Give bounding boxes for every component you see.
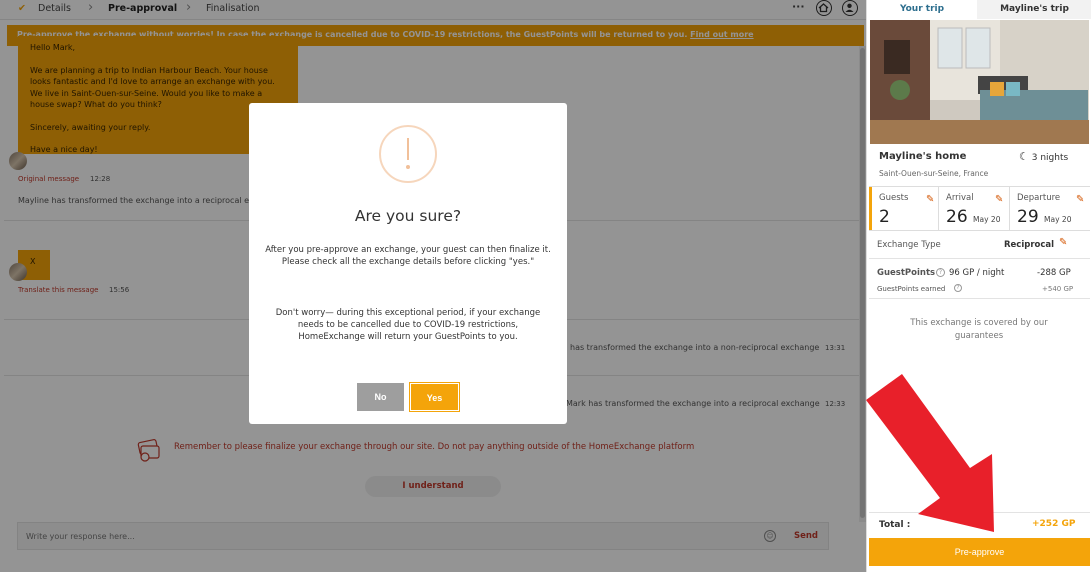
guestpoints-label: GuestPoints [877,268,936,278]
guestpoints-cost: -288 GP [1037,268,1071,278]
total-value: +252 GP [1032,519,1076,529]
departure-day: 29 [1017,207,1039,227]
arrival-date: 26 May 20 [946,207,1000,227]
info-icon[interactable]: ? [936,268,945,277]
dialog-text: Don't worry— during this exceptional per… [275,308,541,342]
guests-label: Guests [879,193,909,203]
arrow-annotation-icon [862,370,1012,545]
guests-value: 2 [879,207,890,227]
yes-button[interactable]: Yes [409,382,460,412]
exchange-type-label: Exchange Type [877,240,941,250]
nights-count: ☾ 3 nights [1019,150,1068,163]
home-photo[interactable] [870,20,1089,144]
confirm-dialog: Are you sure? After you pre-approve an e… [249,103,567,424]
arrival-cell[interactable]: Arrival ✎ 26 May 20 [939,187,1010,230]
arrival-month: May 20 [973,215,1001,224]
home-location: Saint-Ouen-sur-Seine, France [879,169,989,178]
guestpoints-earned: +540 GP [1042,285,1074,293]
pencil-icon[interactable]: ✎ [1076,194,1084,205]
no-button[interactable]: No [357,383,404,411]
booking-details: Guests ✎ 2 Arrival ✎ 26 May 20 Departure… [869,186,1090,231]
departure-label: Departure [1017,193,1061,203]
divider [869,258,1090,259]
pencil-icon[interactable]: ✎ [995,194,1003,205]
guests-cell[interactable]: Guests ✎ 2 [869,187,939,230]
moon-icon: ☾ [1019,150,1029,163]
departure-month: May 20 [1044,215,1072,224]
guestpoints-earned-label: GuestPoints earned [877,285,946,293]
dialog-title: Are you sure? [354,207,462,225]
arrival-label: Arrival [946,193,974,203]
guestpoints-rate: 96 GP / night [949,268,1005,278]
pencil-icon[interactable]: ✎ [1059,237,1067,248]
departure-cell[interactable]: Departure ✎ 29 May 20 [1010,187,1090,230]
home-name: Mayline's home [879,151,967,162]
nights-label: 3 nights [1031,153,1069,163]
tab-your-trip[interactable]: Your trip [867,0,977,19]
divider [869,298,1090,299]
exclamation-icon [379,125,437,183]
departure-date: 29 May 20 [1017,207,1071,227]
arrival-day: 26 [946,207,968,227]
dialog-text: After you pre-approve an exchange, your … [265,245,551,267]
exchange-type-value: Reciprocal [1004,240,1055,250]
pencil-icon[interactable]: ✎ [926,194,934,205]
guarantee-note: This exchange is covered by our guarante… [910,318,1048,341]
tab-maylines-trip[interactable]: Mayline's trip [977,0,1091,19]
info-icon[interactable]: ? [954,284,962,292]
